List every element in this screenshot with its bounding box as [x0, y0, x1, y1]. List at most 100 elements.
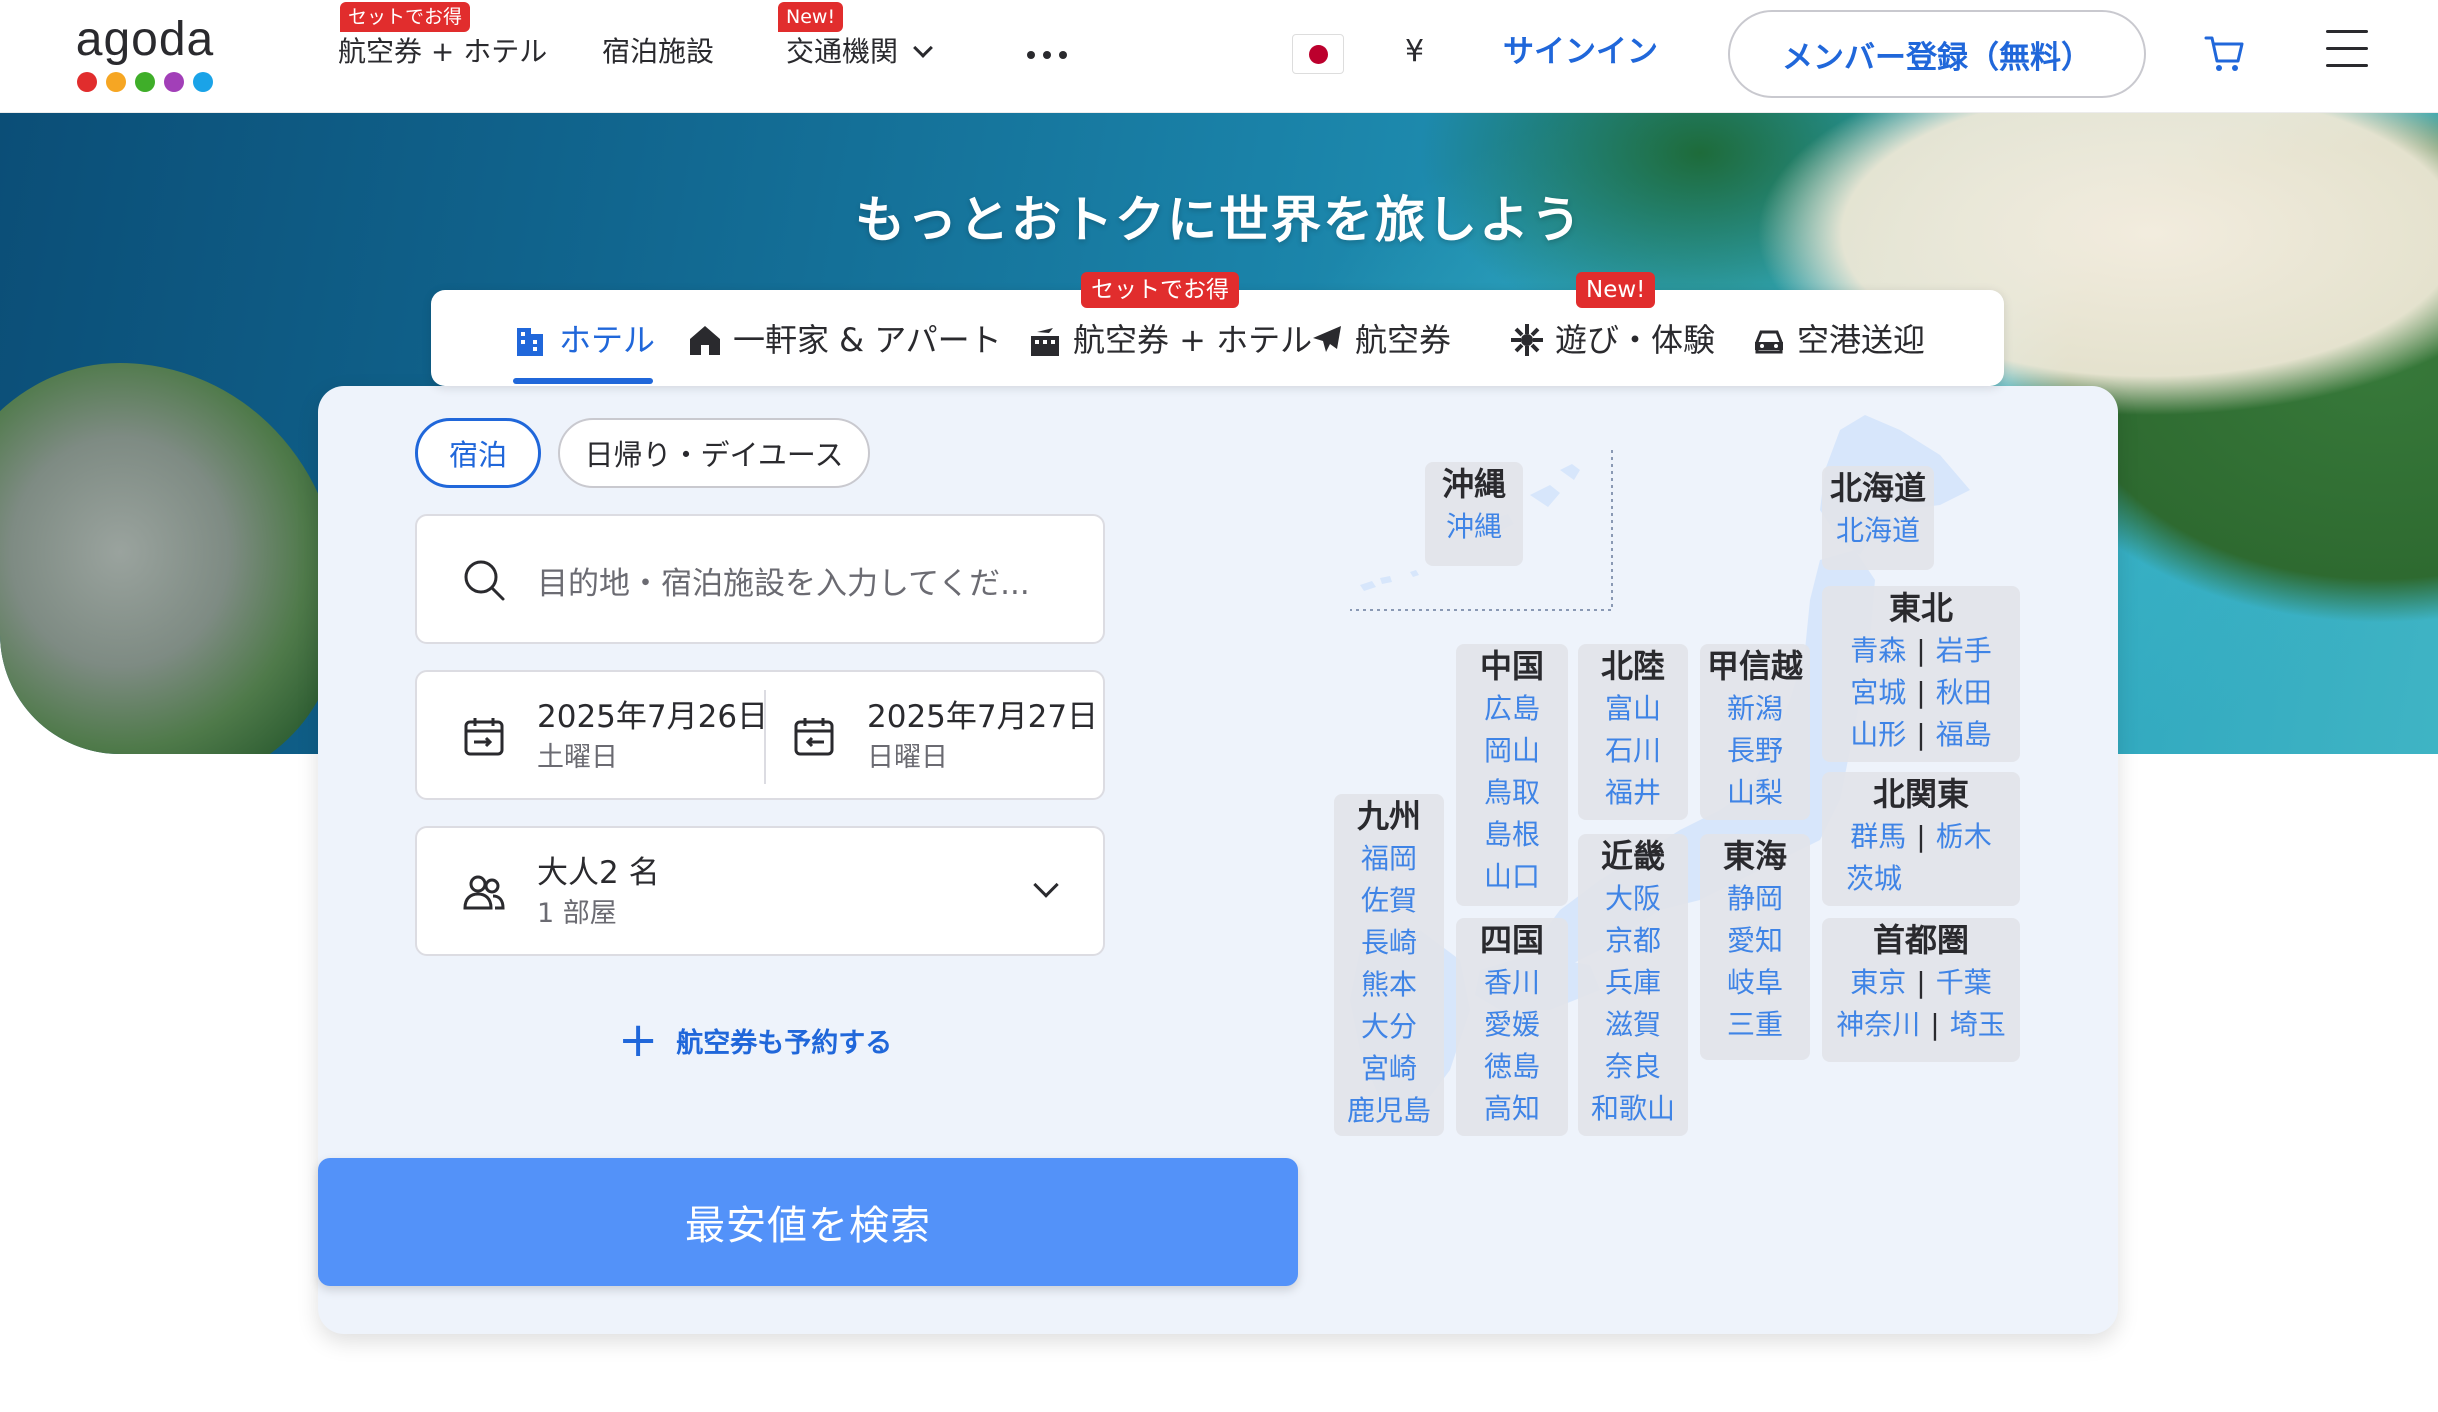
pref-link[interactable]: 大分 — [1334, 1006, 1444, 1048]
tab-airport-transfer[interactable]: 空港送迎 — [1751, 320, 1925, 360]
pref-link[interactable]: 鳥取 — [1456, 772, 1568, 814]
region-chugoku: 中国 広島 岡山 鳥取 島根 山口 — [1456, 644, 1568, 906]
pref-link[interactable]: 千葉 — [1936, 962, 1992, 1004]
pref-link[interactable]: 石川 — [1578, 730, 1688, 772]
pref-link[interactable]: 青森 — [1850, 630, 1906, 672]
car-icon — [1755, 330, 1783, 354]
signin-link[interactable]: サインイン — [1503, 32, 1658, 72]
pref-link[interactable]: 新潟 — [1700, 688, 1810, 730]
pref-link[interactable]: 東京 — [1850, 962, 1906, 1004]
nav-badge-new: New! — [778, 2, 844, 32]
pref-link[interactable]: 滋賀 — [1578, 1004, 1688, 1046]
add-flight-link[interactable]: + 航空券も予約する — [618, 1012, 892, 1068]
logo-dots — [70, 72, 220, 92]
search-submit-button[interactable]: 最安値を検索 — [318, 1158, 1298, 1286]
pref-link[interactable]: 鹿児島 — [1334, 1090, 1444, 1132]
tab-homes[interactable]: 一軒家 & アパート — [687, 320, 1002, 360]
nav-accommodation[interactable]: 宿泊施設 — [602, 34, 714, 70]
hero-title: もっとおトクに世界を旅しよう — [855, 191, 1583, 249]
pref-link[interactable]: 熊本 — [1334, 964, 1444, 1006]
pref-link[interactable]: 富山 — [1578, 688, 1688, 730]
pref-link[interactable]: 愛知 — [1700, 920, 1810, 962]
pref-link[interactable]: 秋田 — [1936, 672, 1992, 714]
pref-link[interactable]: 岩手 — [1936, 630, 1992, 672]
hamburger-menu-icon[interactable] — [2326, 30, 2368, 70]
logo-dot-yellow — [106, 72, 126, 92]
pref-link[interactable]: 長崎 — [1334, 922, 1444, 964]
pref-link[interactable]: 茨城 — [1846, 858, 1902, 900]
pref-link[interactable]: 宮崎 — [1334, 1048, 1444, 1090]
date-divider — [764, 690, 766, 784]
pref-link[interactable]: 島根 — [1456, 814, 1568, 856]
language-flag-japan-icon[interactable] — [1292, 34, 1344, 74]
pref-link[interactable]: 福岡 — [1334, 838, 1444, 880]
pref-link[interactable]: 群馬 — [1850, 816, 1906, 858]
pref-link[interactable]: 大阪 — [1578, 878, 1688, 920]
tab-flights[interactable]: 航空券 — [1309, 320, 1451, 360]
pref-link[interactable]: 山形 — [1850, 714, 1906, 756]
tab-flight-hotel[interactable]: 航空券 + ホテル — [1027, 320, 1312, 360]
rooms-count: 1 部屋 — [537, 898, 617, 929]
pref-link[interactable]: 山口 — [1456, 856, 1568, 898]
pref-link[interactable]: 神奈川 — [1836, 1004, 1920, 1046]
destination-search-field[interactable]: 目的地・宿泊施設を入力してくだ... — [415, 514, 1105, 644]
pref-link[interactable]: 長野 — [1700, 730, 1810, 772]
pref-link[interactable]: 山梨 — [1700, 772, 1810, 814]
chevron-down-icon — [913, 38, 933, 58]
pref-link[interactable]: 福井 — [1578, 772, 1688, 814]
tab-airport-transfer-label: 空港送迎 — [1797, 321, 1926, 359]
region-hokkaido-title: 北海道 — [1829, 469, 1926, 507]
region-shutoken-title: 首都圏 — [1872, 921, 1969, 959]
checkin-date[interactable]: 2025年7月26日 土曜日 — [537, 696, 768, 778]
guests-icon — [463, 875, 505, 910]
overnight-toggle[interactable]: 宿泊 — [415, 418, 541, 488]
checkout-calendar-icon — [794, 718, 834, 756]
logo-text: agoda — [75, 13, 215, 66]
register-button[interactable]: メンバー登録（無料） — [1728, 10, 2146, 98]
tab-activities[interactable]: 遊び・体験 — [1509, 320, 1715, 360]
currency-selector[interactable]: ¥ — [1405, 34, 1424, 70]
top-header: agoda セットでお得 航空券 + ホテル 宿泊施設 New! 交通機関 ¥ … — [0, 0, 2438, 113]
pref-link[interactable]: 福島 — [1936, 714, 1992, 756]
pref-link[interactable]: 香川 — [1456, 962, 1568, 1004]
pref-link[interactable]: 岡山 — [1456, 730, 1568, 772]
checkout-date-value: 2025年7月27日 — [867, 699, 1099, 735]
guests-rooms-selector[interactable]: 大人2 名 1 部屋 — [415, 826, 1105, 956]
tab-hotel[interactable]: ホテル — [513, 320, 655, 360]
flight-hotel-icon — [1031, 328, 1059, 356]
pref-link[interactable]: 京都 — [1578, 920, 1688, 962]
more-menu-icon[interactable] — [1027, 51, 1067, 59]
region-shikoku: 四国 香川 愛媛 徳島 高知 — [1456, 918, 1568, 1136]
day-use-toggle[interactable]: 日帰り・デイユース — [558, 418, 870, 488]
pref-link[interactable]: 広島 — [1456, 688, 1568, 730]
agoda-logo[interactable]: agoda — [70, 14, 220, 94]
pref-link[interactable]: 高知 — [1456, 1088, 1568, 1130]
pref-link[interactable]: 静岡 — [1700, 878, 1810, 920]
pref-link[interactable]: 和歌山 — [1578, 1088, 1688, 1130]
region-tokai-title: 東海 — [1722, 837, 1787, 875]
pref-link[interactable]: 沖縄 — [1425, 506, 1523, 548]
airplane-icon — [1313, 326, 1341, 352]
region-tohoku-title: 東北 — [1888, 589, 1953, 627]
pref-link[interactable]: 埼玉 — [1950, 1004, 2006, 1046]
pref-link[interactable]: 三重 — [1700, 1004, 1810, 1046]
pref-link[interactable]: 奈良 — [1578, 1046, 1688, 1088]
region-okinawa-title: 沖縄 — [1441, 465, 1506, 503]
pref-link[interactable]: 兵庫 — [1578, 962, 1688, 1004]
nav-transportation[interactable]: New! 交通機関 — [778, 2, 933, 70]
pref-link[interactable]: 岐阜 — [1700, 962, 1810, 1004]
pref-link[interactable]: 愛媛 — [1456, 1004, 1568, 1046]
pref-link[interactable]: 佐賀 — [1334, 880, 1444, 922]
logo-dot-purple — [164, 72, 184, 92]
date-range-field: 2025年7月26日 土曜日 2025年7月27日 日曜日 — [415, 670, 1105, 800]
nav-flight-hotel[interactable]: セットでお得 航空券 + ホテル — [338, 2, 547, 70]
pref-link[interactable]: 北海道 — [1822, 510, 1934, 552]
logo-dot-green — [135, 72, 155, 92]
checkout-date[interactable]: 2025年7月27日 日曜日 — [867, 696, 1098, 778]
pref-link[interactable]: 栃木 — [1936, 816, 1992, 858]
nav-accommodation-label: 宿泊施設 — [602, 35, 715, 68]
pref-link[interactable]: 徳島 — [1456, 1046, 1568, 1088]
plus-icon: + — [618, 1012, 659, 1068]
cart-icon[interactable] — [2200, 28, 2250, 78]
pref-link[interactable]: 宮城 — [1850, 672, 1906, 714]
